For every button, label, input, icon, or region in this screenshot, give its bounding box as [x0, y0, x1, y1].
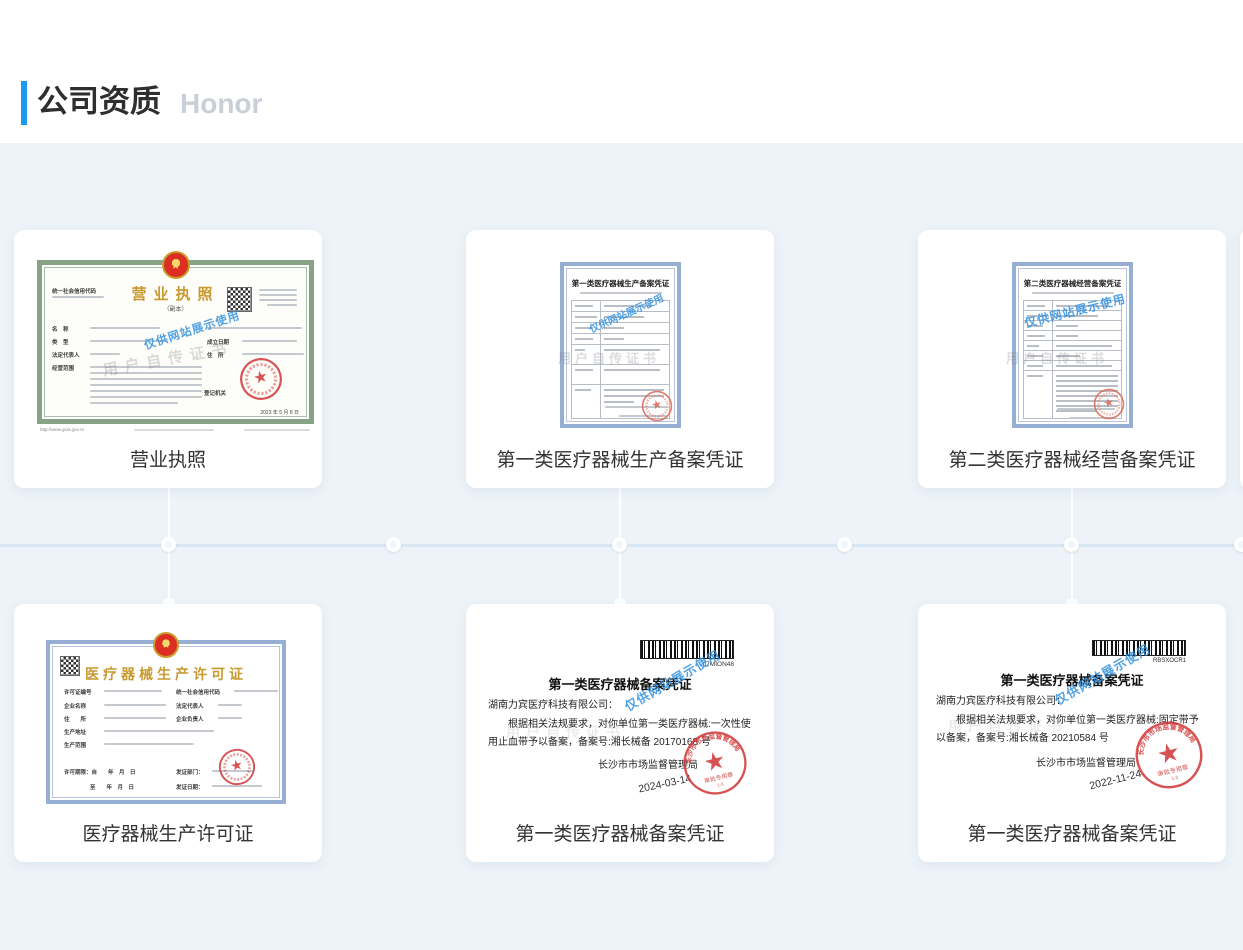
text-line-placeholder [90, 402, 178, 404]
field-value-placeholder [104, 704, 166, 706]
cert-title: 第二类医疗器械经营备案凭证 [1016, 278, 1129, 289]
official-seal-stamp [234, 352, 287, 405]
card-caption: 第二类医疗器械经营备案凭证 [918, 445, 1226, 472]
field-value-placeholder [218, 704, 242, 706]
field-value-placeholder [218, 717, 242, 719]
company-name: 湖南力宾医疗科技有限公司： [936, 692, 1066, 707]
text-line-placeholder [90, 396, 202, 398]
official-seal-stamp [638, 387, 677, 426]
certificate-card-business-license[interactable]: ★ 统一社会信用代码 营业执照 （副本） 名 称 类 型 法定代表人 经营范围 [14, 230, 322, 488]
card-caption: 医疗器械生产许可证 [14, 819, 322, 846]
page-title: 公司资质 [37, 80, 161, 124]
stamp-number: 1-3 [1171, 775, 1179, 782]
text-line-placeholder [1032, 292, 1114, 294]
cert-title: 第一类医疗器械生产备案凭证 [564, 278, 677, 289]
certificate-card-prod-license[interactable]: ★ 医疗器械生产许可证 许可证编号 统一社会信用代码 企业名称 法定代表人 住 … [14, 604, 322, 862]
text-line-placeholder [259, 299, 297, 301]
certificate-card-filing-2022[interactable]: RBSXOCR1 第一类医疗器械备案凭证 湖南力宾医疗科技有限公司： 根据相关法… [918, 604, 1226, 862]
certificate-card-filing-2024[interactable]: 07MION48 第一类医疗器械备案凭证 湖南力宾医疗科技有限公司： 根据相关法… [466, 604, 774, 862]
certificate-image: 第二类医疗器械经营备案凭证 [1012, 262, 1133, 428]
timeline-dot [837, 537, 852, 552]
text-line-placeholder [259, 294, 297, 296]
issuer-label: 发证部门： [176, 768, 204, 776]
field-label: 住 所 [64, 715, 86, 723]
agency-name: 长沙市市场监督管理局 [1036, 754, 1136, 769]
barcode-code: RBSXOCR1 [1153, 658, 1186, 664]
official-seal-stamp [214, 744, 260, 790]
watermark-gray: 用户自传证书 [1006, 348, 1108, 367]
official-seal-stamp: 长沙市市场监督管理局 审批专用章 1-3 [675, 723, 755, 803]
field-value-placeholder [242, 340, 297, 342]
text-line-placeholder [267, 304, 297, 306]
accent-bar [21, 81, 27, 125]
field-value-placeholder [234, 690, 278, 692]
field-label: 统一社会信用代码 [176, 688, 220, 696]
field-label: 经营范围 [52, 364, 74, 372]
timeline-dot [1234, 537, 1243, 552]
footer-url: http://www.gsxt.gov.cn [40, 427, 84, 432]
field-label: 名 称 [52, 325, 69, 333]
certificate-image: ★ 医疗器械生产许可证 许可证编号 统一社会信用代码 企业名称 法定代表人 住 … [46, 640, 286, 804]
issue-date: 2023 年 5 月 8 日 [260, 409, 299, 416]
national-emblem-icon: ★ [162, 251, 190, 279]
field-label: 生产范围 [64, 741, 86, 749]
field-label: 法定代表人 [176, 702, 204, 710]
watermark-gray: 用户自传证书 [558, 348, 660, 367]
field-value-placeholder [104, 730, 214, 732]
period-label: 至 年 月 日 [90, 783, 134, 791]
national-emblem-icon: ★ [153, 632, 179, 658]
watermark-gray: 用户自传证书 [948, 716, 1068, 736]
timeline-dot [1064, 537, 1079, 552]
registrar-label: 登记机关 [204, 389, 226, 397]
page-subtitle: Honor [180, 82, 262, 126]
text-line-placeholder [90, 390, 202, 392]
official-seal-stamp [1090, 385, 1129, 424]
cert-title: 医疗器械生产许可证 [50, 664, 282, 684]
field-label: 企业名称 [64, 702, 86, 710]
field-label: 生产地址 [64, 728, 86, 736]
field-value-placeholder [104, 743, 194, 745]
card-caption: 第一类医疗器械备案凭证 [466, 819, 774, 846]
card-caption: 营业执照 [14, 445, 322, 472]
certificate-image: 第一类医疗器械生产备案凭证 [560, 262, 681, 428]
text-line-placeholder [244, 429, 310, 431]
field-label: 企业负责人 [176, 715, 204, 723]
certificate-card-prod-filing[interactable]: 第一类医疗器械生产备案凭证 [466, 230, 774, 488]
period-label: 许可期限：自 年 月 日 [64, 768, 136, 776]
card-caption: 第一类医疗器械备案凭证 [918, 819, 1226, 846]
text-line-placeholder [134, 429, 214, 431]
issue-date-label: 发证日期： [176, 783, 204, 791]
company-honor-page: 公司资质 Honor ★ 统一社会信用代码 营业执照 （副本） [0, 0, 1243, 950]
field-value-placeholder [90, 353, 120, 355]
card-caption: 第一类医疗器械生产备案凭证 [466, 445, 774, 472]
field-label: 类 型 [52, 338, 69, 346]
company-name: 湖南力宾医疗科技有限公司： [488, 696, 618, 711]
field-label: 许可证编号 [64, 688, 92, 696]
cert-title: 第一类医疗器械备案凭证 [466, 674, 774, 693]
watermark-gray: 用户自传证书 [506, 722, 626, 742]
certificate-card-op-filing[interactable]: 第二类医疗器械经营备案凭证 [918, 230, 1226, 488]
stamp-number: 1-3 [717, 781, 725, 787]
text-line-placeholder [259, 289, 297, 291]
honor-section: ★ 统一社会信用代码 营业执照 （副本） 名 称 类 型 法定代表人 经营范围 [0, 143, 1243, 950]
field-value-placeholder [104, 690, 162, 692]
field-value-placeholder [104, 717, 166, 719]
field-label: 法定代表人 [52, 351, 80, 359]
text-line-placeholder [90, 384, 202, 386]
field-value-placeholder [90, 327, 160, 329]
timeline-dot [386, 537, 401, 552]
timeline-dot [161, 537, 176, 552]
timeline-dot [612, 537, 627, 552]
filing-date: 2022-11-24 [1088, 768, 1142, 792]
